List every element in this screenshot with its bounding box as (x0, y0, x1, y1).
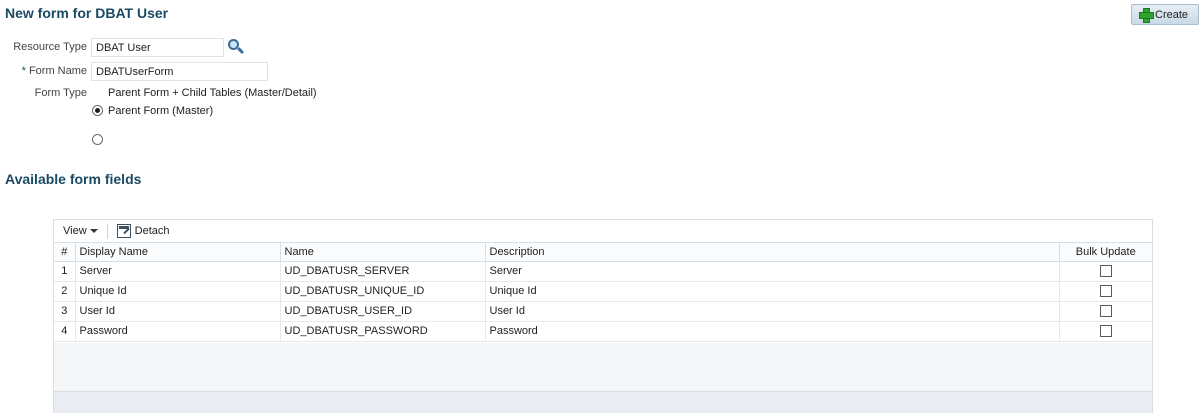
cell-description: Password (485, 321, 1060, 342)
radio-master[interactable] (92, 134, 103, 145)
table-toolbar: View Detach (54, 220, 1152, 243)
bulk-update-checkbox[interactable] (1099, 305, 1112, 318)
cell-display-name: Unique Id (75, 281, 281, 302)
table-row[interactable]: 4 Password UD_DBATUSR_PASSWORD Password (54, 321, 1152, 342)
table-row[interactable]: 2 Unique Id UD_DBATUSR_UNIQUE_ID Unique … (54, 281, 1152, 302)
section-title: Available form fields (5, 171, 142, 187)
bulk-update-checkbox[interactable] (1099, 265, 1112, 278)
form-name-label: * Form Name (21, 65, 87, 77)
column-header-number[interactable]: # (54, 243, 76, 262)
cell-description: User Id (485, 301, 1060, 322)
create-button[interactable]: Create (1131, 4, 1199, 25)
resource-type-label: Resource Type (13, 41, 87, 53)
table-footer (54, 391, 1152, 413)
table-row[interactable]: 3 User Id UD_DBATUSR_USER_ID User Id (54, 301, 1152, 322)
row-number: 1 (54, 261, 76, 282)
radio-master-detail-label[interactable]: Parent Form + Child Tables (Master/Detai… (108, 87, 317, 99)
form-fields-table: # Display Name Name Description Bulk Upd… (54, 243, 1152, 342)
page-title: New form for DBAT User (5, 5, 169, 21)
chevron-down-icon (89, 229, 98, 233)
create-button-label: Create (1155, 8, 1189, 21)
bulk-update-checkbox[interactable] (1099, 325, 1112, 338)
cell-bulk-update (1059, 281, 1152, 302)
bulk-update-checkbox[interactable] (1099, 285, 1112, 298)
form-name-input[interactable] (91, 62, 268, 81)
detach-icon (116, 224, 131, 238)
form-type-label: Form Type (34, 87, 87, 99)
column-header-bulk-update[interactable]: Bulk Update (1059, 243, 1152, 262)
column-header-display-name[interactable]: Display Name (75, 243, 281, 262)
cell-name: UD_DBATUSR_PASSWORD (280, 321, 486, 342)
cell-bulk-update (1059, 261, 1152, 282)
cell-name: UD_DBATUSR_USER_ID (280, 301, 486, 322)
cell-bulk-update (1059, 321, 1152, 342)
table-row[interactable]: 1 Server UD_DBATUSR_SERVER Server (54, 261, 1152, 282)
detach-label: Detach (134, 225, 170, 237)
column-header-name[interactable]: Name (280, 243, 486, 262)
required-marker: * (21, 65, 26, 77)
row-number: 4 (54, 321, 76, 342)
table-header-row: # Display Name Name Description Bulk Upd… (54, 243, 1152, 262)
row-number: 2 (54, 281, 76, 302)
table-empty-area (54, 343, 1152, 391)
search-icon[interactable] (227, 38, 245, 56)
column-header-description[interactable]: Description (485, 243, 1060, 262)
cell-bulk-update (1059, 301, 1152, 322)
plus-icon (1139, 8, 1154, 23)
view-menu-label: View (63, 225, 87, 237)
cell-description: Unique Id (485, 281, 1060, 302)
toolbar-divider (106, 223, 108, 239)
cell-name: UD_DBATUSR_SERVER (280, 261, 486, 282)
resource-type-input[interactable] (91, 38, 224, 57)
radio-master-label[interactable]: Parent Form (Master) (108, 105, 213, 117)
detach-button[interactable]: Detach (116, 224, 170, 238)
cell-description: Server (485, 261, 1060, 282)
cell-display-name: Password (75, 321, 281, 342)
cell-name: UD_DBATUSR_UNIQUE_ID (280, 281, 486, 302)
cell-display-name: User Id (75, 301, 281, 322)
cell-display-name: Server (75, 261, 281, 282)
form-fields-table-panel: View Detach # Display Name Name Descript… (53, 219, 1153, 413)
row-number: 3 (54, 301, 76, 322)
view-menu-button[interactable]: View (63, 225, 98, 237)
radio-master-detail[interactable] (92, 105, 103, 116)
